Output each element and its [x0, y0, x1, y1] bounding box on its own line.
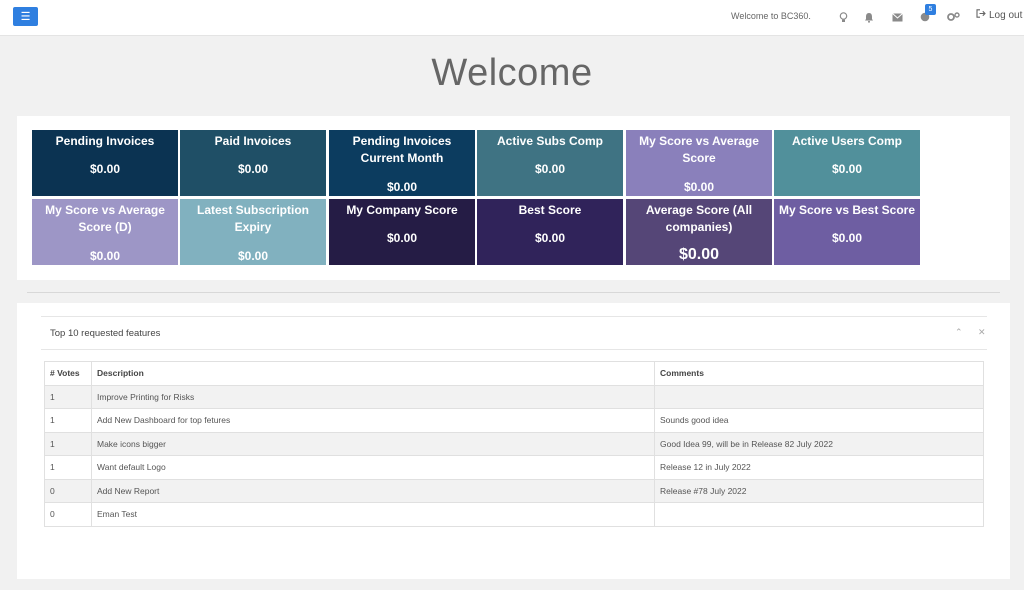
sign-out-icon [976, 9, 986, 21]
tile-title: Active Users Comp [791, 134, 903, 148]
tile-value: $0.00 [386, 180, 418, 194]
tile-active-subs-comp[interactable]: Active Subs Comp $0.00 [477, 130, 623, 196]
description-cell: Add New Dashboard for top fetures [91, 408, 655, 433]
welcome-message: Welcome to BC360. [731, 11, 811, 21]
votes-cell: 1 [44, 455, 92, 480]
hamburger-icon: ☰ [20, 11, 31, 23]
panel-header: Top 10 requested features ⌃ ✕ [41, 316, 987, 350]
description-cell: Eman Test [91, 502, 655, 527]
description-cell: Improve Printing for Risks [91, 384, 655, 409]
comments-cell [654, 502, 984, 527]
votes-cell: 0 [44, 478, 92, 503]
table-row: 1 Add New Dashboard for top fetures Soun… [44, 408, 984, 433]
tile-best-score[interactable]: Best Score $0.00 [477, 199, 623, 265]
page-title: Welcome [431, 52, 593, 94]
close-icon[interactable]: ✕ [978, 327, 986, 338]
comments-cell: Sounds good idea [654, 408, 984, 433]
tile-pending-invoices[interactable]: Pending Invoices $0.00 [32, 130, 178, 196]
tile-value: $0.00 [89, 249, 121, 263]
tile-pending-invoices-current-month[interactable]: Pending Invoices Current Month $0.00 [329, 130, 475, 196]
tile-active-users-comp[interactable]: Active Users Comp $0.00 [774, 130, 920, 196]
tile-my-score-vs-best-score[interactable]: My Score vs Best Score $0.00 [774, 199, 920, 265]
column-header-comments[interactable]: Comments [654, 361, 984, 386]
menu-toggle-button[interactable]: ☰ [13, 7, 38, 26]
description-cell: Want default Logo [91, 455, 655, 480]
tile-my-company-score[interactable]: My Company Score $0.00 [329, 199, 475, 265]
comments-cell [654, 384, 984, 409]
column-header-votes[interactable]: # Votes [44, 361, 92, 386]
tile-average-score-all-companies[interactable]: Average Score (All companies) $0.00 [626, 199, 772, 265]
tile-title: Paid Invoices [214, 134, 292, 148]
tile-value: $0.00 [386, 231, 418, 245]
tile-title: Average Score (All companies) [645, 203, 753, 234]
votes-cell: 1 [44, 431, 92, 456]
table-row: 0 Add New Report Release #78 July 2022 [44, 478, 984, 503]
description-cell: Make icons bigger [91, 431, 655, 456]
tile-title: My Company Score [346, 203, 458, 217]
dashboard-tiles-panel: Pending Invoices $0.00 Paid Invoices $0.… [17, 116, 1010, 280]
tile-title: Latest Subscription Expiry [196, 203, 309, 234]
envelope-icon[interactable] [889, 9, 905, 25]
tile-value: $0.00 [89, 162, 121, 176]
tile-title: Pending Invoices [55, 134, 155, 148]
requested-features-panel: Top 10 requested features ⌃ ✕ # Votes De… [17, 303, 1010, 579]
votes-cell: 1 [44, 408, 92, 433]
logout-link[interactable]: Log out [976, 9, 1022, 21]
notification-count-badge: 5 [925, 4, 936, 15]
section-divider [27, 292, 1000, 293]
votes-cell: 1 [44, 384, 92, 409]
tile-value: $0.00 [831, 162, 863, 176]
gears-icon[interactable] [945, 9, 961, 25]
chevron-up-icon[interactable]: ⌃ [955, 327, 963, 338]
tile-value: $0.00 [534, 162, 566, 176]
description-cell: Add New Report [91, 478, 655, 503]
table-row: 0 Eman Test [44, 502, 984, 527]
bell-icon[interactable] [861, 9, 877, 25]
votes-cell: 0 [44, 502, 92, 527]
tile-latest-subscription-expiry[interactable]: Latest Subscription Expiry $0.00 [180, 199, 326, 265]
tile-title: My Score vs Average Score (D) [45, 203, 165, 234]
tile-value: $0.00 [831, 231, 863, 245]
panel-title: Top 10 requested features [50, 328, 161, 339]
comments-cell: Good Idea 99, will be in Release 82 July… [654, 431, 984, 456]
tile-my-score-vs-average-score[interactable]: My Score vs Average Score $0.00 [626, 130, 772, 196]
tile-value: $0.00 [683, 180, 715, 194]
tile-paid-invoices[interactable]: Paid Invoices $0.00 [180, 130, 326, 196]
table-row: 1 Make icons bigger Good Idea 99, will b… [44, 431, 984, 456]
tile-title: Pending Invoices Current Month [352, 134, 452, 165]
tile-title: Best Score [518, 203, 582, 217]
tile-value: $0.00 [534, 231, 566, 245]
comments-cell: Release 12 in July 2022 [654, 455, 984, 480]
tile-title: My Score vs Best Score [778, 203, 916, 217]
features-table: # Votes Description Comments 1 Improve P… [44, 361, 984, 527]
tile-value: $0.00 [237, 249, 269, 263]
tile-title: My Score vs Average Score [639, 134, 759, 165]
tile-my-score-vs-average-score-d[interactable]: My Score vs Average Score (D) $0.00 [32, 199, 178, 265]
lightbulb-icon[interactable] [835, 9, 851, 25]
column-header-description[interactable]: Description [91, 361, 655, 386]
comments-cell: Release #78 July 2022 [654, 478, 984, 503]
logout-label: Log out [989, 9, 1023, 21]
table-header-row: # Votes Description Comments [44, 361, 984, 386]
top-navbar: ☰ Welcome to BC360. 5 Log out [0, 0, 1024, 36]
table-row: 1 Improve Printing for Risks [44, 384, 984, 409]
tile-value: $0.00 [678, 246, 720, 263]
table-row: 1 Want default Logo Release 12 in July 2… [44, 455, 984, 480]
tile-value: $0.00 [237, 162, 269, 176]
tile-title: Active Subs Comp [496, 134, 604, 148]
